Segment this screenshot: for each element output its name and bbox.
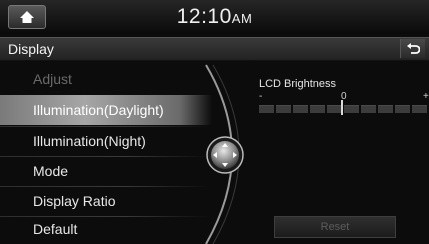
menu-item-mode[interactable]: Mode (0, 156, 212, 186)
clock: 12:10AM (0, 5, 429, 29)
slider-segment (327, 105, 342, 113)
page-title: Display (8, 41, 54, 57)
slider-segment (259, 105, 274, 113)
slider-segment (378, 105, 393, 113)
brightness-panel: LCD Brightness - 0 + Reset (255, 78, 429, 244)
brightness-max-label: + (423, 91, 429, 102)
brightness-min-label: - (259, 91, 263, 102)
slider-segment (344, 105, 359, 113)
slider-segment (361, 105, 376, 113)
clock-time: 12:10 (176, 5, 232, 28)
title-bar: Display (0, 37, 429, 61)
slider-segment (276, 105, 291, 113)
menu-item-illumination-daylight[interactable]: Illumination(Daylight) (0, 95, 212, 125)
menu-item-default[interactable]: Default (0, 214, 212, 244)
lcd-brightness-label: LCD Brightness (259, 78, 337, 90)
brightness-slider-thumb[interactable] (341, 100, 343, 115)
brightness-slider[interactable] (259, 105, 427, 113)
menu-item-illumination-night[interactable]: Illumination(Night) (0, 126, 212, 156)
jog-dial-icon[interactable] (206, 136, 244, 174)
status-bar: 12:10AM (0, 0, 429, 34)
back-arrow-icon (407, 42, 420, 54)
slider-segment (395, 105, 410, 113)
settings-menu: Adjust Illumination(Daylight) Illuminati… (0, 62, 215, 244)
slider-segment (293, 105, 308, 113)
menu-item-adjust: Adjust (33, 71, 72, 87)
menu-item-display-ratio[interactable]: Display Ratio (0, 186, 212, 216)
back-button[interactable] (400, 39, 425, 58)
slider-segment (310, 105, 325, 113)
reset-button[interactable]: Reset (274, 216, 396, 238)
slider-segment (412, 105, 427, 113)
clock-ampm: AM (231, 11, 253, 26)
